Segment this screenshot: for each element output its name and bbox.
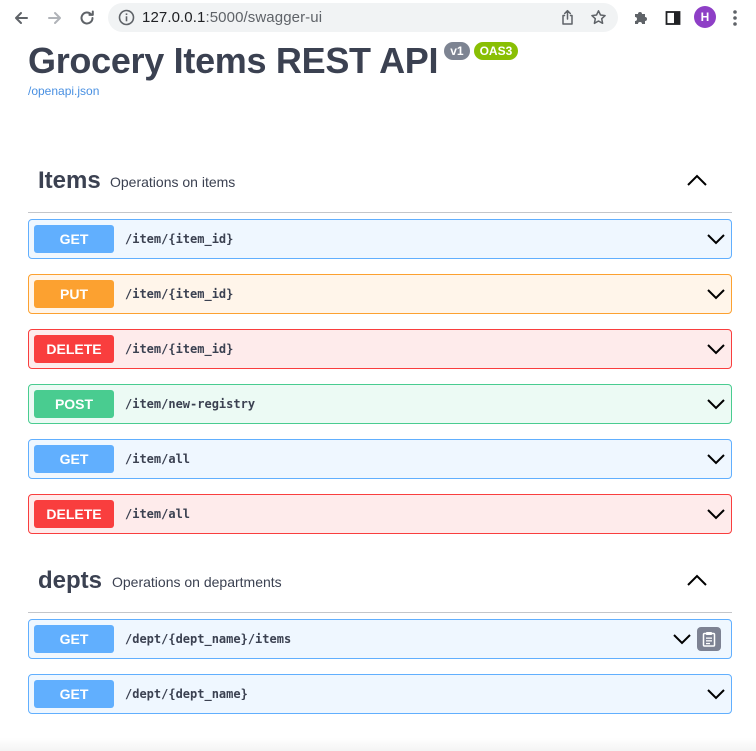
operation-path: /item/new-registry xyxy=(125,397,256,411)
star-icon[interactable] xyxy=(590,9,607,26)
chevron-up-icon[interactable] xyxy=(686,173,708,187)
opblock-get-dept-items[interactable]: GET /dept/{dept_name}/items xyxy=(28,619,732,659)
operation-path: /item/{item_id} xyxy=(125,232,234,246)
extensions-button[interactable] xyxy=(630,7,652,29)
chevron-down-icon[interactable] xyxy=(707,687,725,701)
more-vert-icon[interactable] xyxy=(730,8,740,28)
opblock-delete-item-id[interactable]: DELETE /item/{item_id} xyxy=(28,329,732,369)
opblock-post-new-registry[interactable]: POST /item/new-registry xyxy=(28,384,732,424)
tag-name: Items xyxy=(38,167,101,194)
opblock-get-item-all[interactable]: GET /item/all xyxy=(28,439,732,479)
openapi-json-link[interactable]: /openapi.json xyxy=(28,84,99,98)
copy-path-button[interactable] xyxy=(697,627,721,651)
operation-path: /item/all xyxy=(125,507,191,521)
operation-path: /dept/{dept_name}/items xyxy=(125,632,292,646)
operation-path: /item/all xyxy=(125,452,191,466)
method-badge: GET xyxy=(34,680,114,708)
page-bottom-edge xyxy=(0,738,756,751)
tag-name: depts xyxy=(38,567,103,594)
back-button[interactable] xyxy=(8,5,34,31)
browser-toolbar: 127.0.0.1:5000/swagger-ui H xyxy=(0,0,756,36)
puzzle-icon xyxy=(635,12,647,24)
clipboard-icon xyxy=(702,632,716,647)
chevron-up-icon[interactable] xyxy=(686,573,708,587)
chevron-down-icon[interactable] xyxy=(707,397,725,411)
url-host: 127.0.0.1 xyxy=(142,9,206,26)
tag-description: Operations on items xyxy=(110,174,236,190)
chevron-down-icon[interactable] xyxy=(673,632,691,646)
opblock-get-item-id[interactable]: GET /item/{item_id} xyxy=(28,219,732,259)
side-panel-button[interactable] xyxy=(662,7,684,29)
method-badge: GET xyxy=(34,625,114,653)
forward-button[interactable] xyxy=(42,5,68,31)
opblock-delete-item-all[interactable]: DELETE /item/all xyxy=(28,494,732,534)
reload-icon xyxy=(80,10,94,25)
method-badge: GET xyxy=(34,225,114,253)
method-badge: DELETE xyxy=(34,500,114,528)
method-badge: DELETE xyxy=(34,335,114,363)
side-panel-icon xyxy=(665,11,681,25)
chevron-down-icon[interactable] xyxy=(707,507,725,521)
chevron-down-icon[interactable] xyxy=(707,287,725,301)
tag-header-items[interactable]: Items Operations on items xyxy=(28,165,732,213)
site-info-icon[interactable] xyxy=(118,9,135,26)
page-title: Grocery Items REST API xyxy=(28,40,439,81)
chevron-down-icon[interactable] xyxy=(707,232,725,246)
chevron-down-icon[interactable] xyxy=(707,452,725,466)
operation-path: /dept/{dept_name} xyxy=(125,687,248,701)
method-badge: POST xyxy=(34,390,114,418)
version-badge: v1 xyxy=(444,42,470,60)
method-badge: PUT xyxy=(34,280,114,308)
chevron-down-icon[interactable] xyxy=(707,342,725,356)
url-text: 127.0.0.1:5000/swagger-ui xyxy=(142,9,322,26)
profile-avatar[interactable]: H xyxy=(694,6,716,28)
opblock-put-item-id[interactable]: PUT /item/{item_id} xyxy=(28,274,732,314)
url-path: :5000/swagger-ui xyxy=(205,9,323,26)
method-badge: GET xyxy=(34,445,114,473)
back-arrow-icon xyxy=(15,12,28,24)
tag-header-depts[interactable]: depts Operations on departments xyxy=(28,565,732,613)
forward-arrow-icon xyxy=(48,12,61,24)
opblock-get-dept-name[interactable]: GET /dept/{dept_name} xyxy=(28,674,732,714)
operation-path: /item/{item_id} xyxy=(125,342,234,356)
address-bar[interactable]: 127.0.0.1:5000/swagger-ui xyxy=(108,3,618,32)
reload-button[interactable] xyxy=(74,5,100,31)
api-title-row: Grocery Items REST API v1 OAS3 xyxy=(28,40,519,82)
tag-description: Operations on departments xyxy=(112,574,282,590)
operation-path: /item/{item_id} xyxy=(125,287,234,301)
oas-badge: OAS3 xyxy=(473,42,519,60)
share-icon[interactable] xyxy=(559,9,576,26)
